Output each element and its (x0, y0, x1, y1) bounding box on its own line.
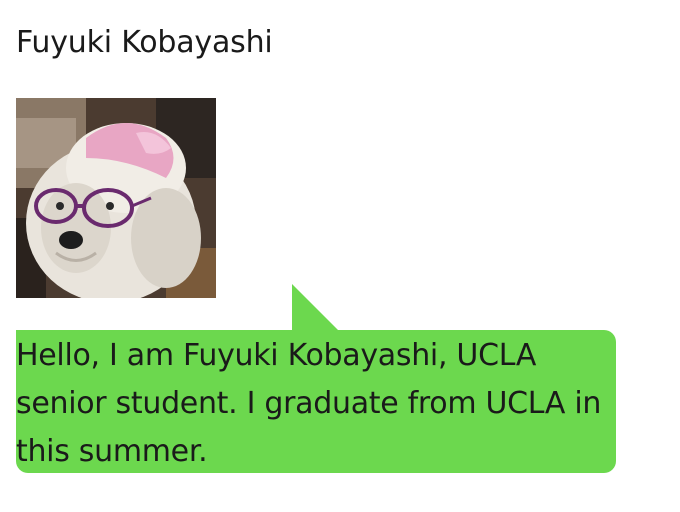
avatar (16, 98, 216, 298)
profile-name: Fuyuki Kobayashi (16, 25, 273, 60)
message-text: Hello, I am Fuyuki Kobayashi, UCLA senio… (16, 338, 602, 469)
speech-bubble-tail (292, 284, 338, 330)
message-bubble: Hello, I am Fuyuki Kobayashi, UCLA senio… (16, 330, 616, 473)
dog-with-glasses-photo-icon (16, 98, 216, 298)
